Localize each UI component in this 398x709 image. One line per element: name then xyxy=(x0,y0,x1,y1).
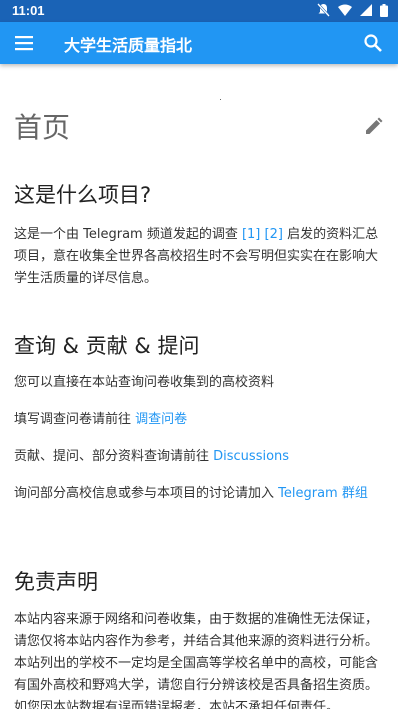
query-line-4-text: 询问部分高校信息或参与本项目的讨论请加入 xyxy=(14,486,279,501)
disclaimer-paragraph: 本站内容来源于网络和问卷收集，由于数据的准确性无法保证，请您仅将本站内容作为参考… xyxy=(14,612,379,709)
battery-icon xyxy=(380,3,388,17)
ref-link-2[interactable]: [2] xyxy=(265,227,283,242)
discussions-link[interactable]: Discussions xyxy=(213,449,289,464)
search-icon[interactable] xyxy=(362,32,384,54)
status-icons xyxy=(317,3,388,17)
decorative-dot xyxy=(220,99,221,100)
signal-icon xyxy=(360,4,372,16)
app-title: 大学生活质量指北 xyxy=(64,36,193,55)
section-heading-disclaimer: 免责声明 xyxy=(14,570,98,594)
status-bar: 11:01 xyxy=(0,0,398,22)
survey-link[interactable]: 调查问卷 xyxy=(135,412,187,427)
wifi-icon xyxy=(338,4,352,16)
notifications-off-icon xyxy=(317,3,330,17)
query-line-2-text: 填写调查问卷请前往 xyxy=(14,412,136,427)
edit-icon[interactable] xyxy=(364,116,384,136)
query-line-2: 填写调查问卷请前往 调查问卷 xyxy=(14,409,384,431)
menu-icon[interactable] xyxy=(14,33,36,53)
query-line-3-text: 贡献、提问、部分资料查询请前往 xyxy=(14,449,214,464)
status-time: 11:01 xyxy=(12,3,45,18)
app-bar: 大学生活质量指北 xyxy=(0,22,398,64)
query-line-3: 贡献、提问、部分资料查询请前往 Discussions xyxy=(14,446,384,468)
telegram-group-link[interactable]: Telegram 群组 xyxy=(278,486,368,501)
main-content[interactable]: 首页 这是什么项目? 这是一个由 Telegram 频道发起的调查 [1] [2… xyxy=(0,64,398,709)
section-what-paragraph: 这是一个由 Telegram 频道发起的调查 [1] [2] 启发的资料汇总项目… xyxy=(14,224,384,290)
query-line-1: 您可以直接在本站查询问卷收集到的高校资料 xyxy=(14,375,275,390)
section-heading-query: 查询 & 贡献 & 提问 xyxy=(14,334,200,358)
page-title: 首页 xyxy=(14,111,71,144)
ref-link-1[interactable]: [1] xyxy=(242,227,260,242)
section-heading-what: 这是什么项目? xyxy=(14,183,152,207)
what-text-before: 这是一个由 Telegram 频道发起的调查 xyxy=(14,227,242,242)
query-line-4: 询问部分高校信息或参与本项目的讨论请加入 Telegram 群组 xyxy=(14,483,384,505)
